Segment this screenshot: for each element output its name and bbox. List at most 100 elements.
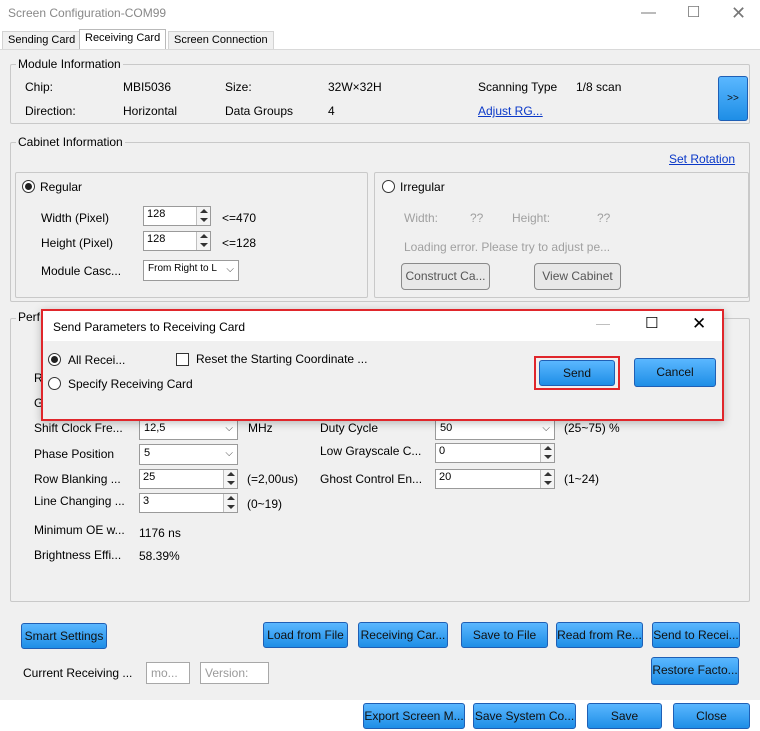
send-to-receiving-button[interactable]: Send to Recei... <box>652 622 740 648</box>
irregular-label: Irregular <box>400 180 445 194</box>
window-title: Screen Configuration-COM99 <box>8 6 167 20</box>
stepper-arrows-icon[interactable] <box>223 494 237 512</box>
shift-clock-value: 12,5 <box>144 422 166 434</box>
size-value: 32W×32H <box>328 80 382 94</box>
row-blanking-label: Row Blanking ... <box>34 472 121 486</box>
chevron-down-icon: ⌵ <box>542 423 550 434</box>
duty-cycle-select[interactable]: 50 ⌵ <box>435 419 555 440</box>
version-field[interactable]: Version: <box>200 662 269 684</box>
reset-coordinate-checkbox[interactable] <box>176 353 189 366</box>
load-from-file-button[interactable]: Load from File <box>263 622 348 648</box>
ghost-control-label: Ghost Control En... <box>320 472 423 486</box>
minimize-icon[interactable]: — <box>626 0 671 28</box>
dialog-title-bar: Send Parameters to Receiving Card — ☐ ✕ <box>43 311 722 341</box>
save-system-config-button[interactable]: Save System Co... <box>473 703 576 729</box>
stepper-arrows-icon[interactable] <box>540 470 554 488</box>
maximize-icon[interactable]: ☐ <box>671 0 716 28</box>
receiving-card-button[interactable]: Receiving Car... <box>358 622 448 648</box>
low-grayscale-value: 0 <box>439 445 446 457</box>
line-changing-stepper[interactable]: 3 <box>139 493 238 513</box>
tab-sending-card[interactable]: Sending Card <box>2 31 82 49</box>
read-from-receiving-button[interactable]: Read from Re... <box>556 622 643 648</box>
export-screen-map-button[interactable]: Export Screen M... <box>363 703 465 729</box>
construct-cabinet-button[interactable]: Construct Ca... <box>401 263 490 290</box>
irregular-width-label: Width: <box>404 211 439 225</box>
low-grayscale-stepper[interactable]: 0 <box>435 443 555 463</box>
save-button[interactable]: Save <box>587 703 662 729</box>
all-receiving-radio[interactable] <box>48 353 61 366</box>
close-icon[interactable]: ✕ <box>716 0 760 28</box>
duty-cycle-value: 50 <box>440 422 453 434</box>
dialog-title: Send Parameters to Receiving Card <box>53 320 246 334</box>
current-receiving-label: Current Receiving ... <box>23 666 133 680</box>
adjust-rg-link[interactable]: Adjust RG... <box>478 104 543 118</box>
data-groups-label: Data Groups <box>225 104 294 118</box>
scanning-type-value: 1/8 scan <box>576 80 622 94</box>
send-button[interactable]: Send <box>539 360 615 386</box>
minimum-oe-label: Minimum OE w... <box>34 523 125 537</box>
irregular-radio[interactable] <box>382 180 395 193</box>
smart-settings-button[interactable]: Smart Settings <box>21 623 107 649</box>
stepper-arrows-icon[interactable] <box>196 207 210 225</box>
tab-receiving-card[interactable]: Receiving Card <box>79 29 167 50</box>
module-cascade-label: Module Casc... <box>41 264 122 278</box>
width-pixel-value: 128 <box>147 208 166 220</box>
specify-receiving-radio[interactable] <box>48 377 61 390</box>
specify-receiving-label: Specify Receiving Card <box>68 377 193 391</box>
reset-coordinate-label: Reset the Starting Coordinate ... <box>196 352 368 366</box>
direction-value: Horizontal <box>123 104 178 118</box>
chevron-down-icon: ⌵ <box>226 264 234 275</box>
performance-title: Perf <box>16 310 43 324</box>
scanning-type-label: Scanning Type <box>478 80 558 94</box>
regular-label: Regular <box>40 180 83 194</box>
phase-position-select[interactable]: 5 ⌵ <box>139 444 238 465</box>
direction-label: Direction: <box>25 104 76 118</box>
shift-clock-select[interactable]: 12,5 ⌵ <box>139 419 238 440</box>
chevron-down-icon: ⌵ <box>225 423 233 434</box>
maximize-icon[interactable]: ☐ <box>645 314 658 332</box>
minimize-icon[interactable]: — <box>596 315 610 331</box>
module-cascade-select[interactable]: From Right to L ⌵ <box>143 260 239 281</box>
brightness-efficiency-value: 58.39% <box>139 549 180 563</box>
save-to-file-button[interactable]: Save to File <box>461 622 548 648</box>
irregular-height-label: Height: <box>512 211 551 225</box>
ghost-control-hint: (1~24) <box>564 472 600 486</box>
chip-value: MBI5036 <box>123 80 172 94</box>
irregular-height-value: ?? <box>597 211 611 225</box>
height-pixel-stepper[interactable]: 128 <box>143 231 211 251</box>
row-blanking-stepper[interactable]: 25 <box>139 469 238 489</box>
version-placeholder: Version: <box>205 666 249 680</box>
loading-error-text: Loading error. Please try to adjust pe..… <box>404 240 611 254</box>
height-pixel-value: 128 <box>147 233 166 245</box>
regular-radio[interactable] <box>22 180 35 193</box>
cabinet-information-title: Cabinet Information <box>16 135 125 149</box>
close-icon[interactable]: ✕ <box>692 314 706 334</box>
module-information-title: Module Information <box>16 57 123 71</box>
set-rotation-link[interactable]: Set Rotation <box>669 152 735 166</box>
minimum-oe-value: 1176 ns <box>139 526 181 540</box>
all-receiving-label: All Recei... <box>68 353 126 367</box>
phase-position-label: Phase Position <box>34 447 115 461</box>
size-label: Size: <box>225 80 252 94</box>
cancel-button[interactable]: Cancel <box>634 358 716 387</box>
stepper-arrows-icon[interactable] <box>196 232 210 250</box>
model-field[interactable]: mo... <box>146 662 190 684</box>
line-changing-hint: (0~19) <box>247 497 283 511</box>
width-pixel-label: Width (Pixel) <box>41 211 110 225</box>
more-module-button[interactable]: >> <box>718 76 748 121</box>
ghost-control-value: 20 <box>439 471 452 483</box>
shift-clock-unit: MHz <box>248 421 273 435</box>
line-changing-label: Line Changing ... <box>34 494 125 508</box>
row-blanking-value: 25 <box>143 471 156 483</box>
duty-cycle-label: Duty Cycle <box>320 421 379 435</box>
stepper-arrows-icon[interactable] <box>223 470 237 488</box>
width-pixel-hint: <=470 <box>222 211 257 225</box>
module-cascade-value: From Right to L <box>148 263 217 274</box>
stepper-arrows-icon[interactable] <box>540 444 554 462</box>
restore-factory-button[interactable]: Restore Facto... <box>651 657 739 685</box>
width-pixel-stepper[interactable]: 128 <box>143 206 211 226</box>
ghost-control-stepper[interactable]: 20 <box>435 469 555 489</box>
close-button[interactable]: Close <box>673 703 750 729</box>
tab-screen-connection[interactable]: Screen Connection <box>168 31 274 49</box>
view-cabinet-button[interactable]: View Cabinet <box>534 263 621 290</box>
